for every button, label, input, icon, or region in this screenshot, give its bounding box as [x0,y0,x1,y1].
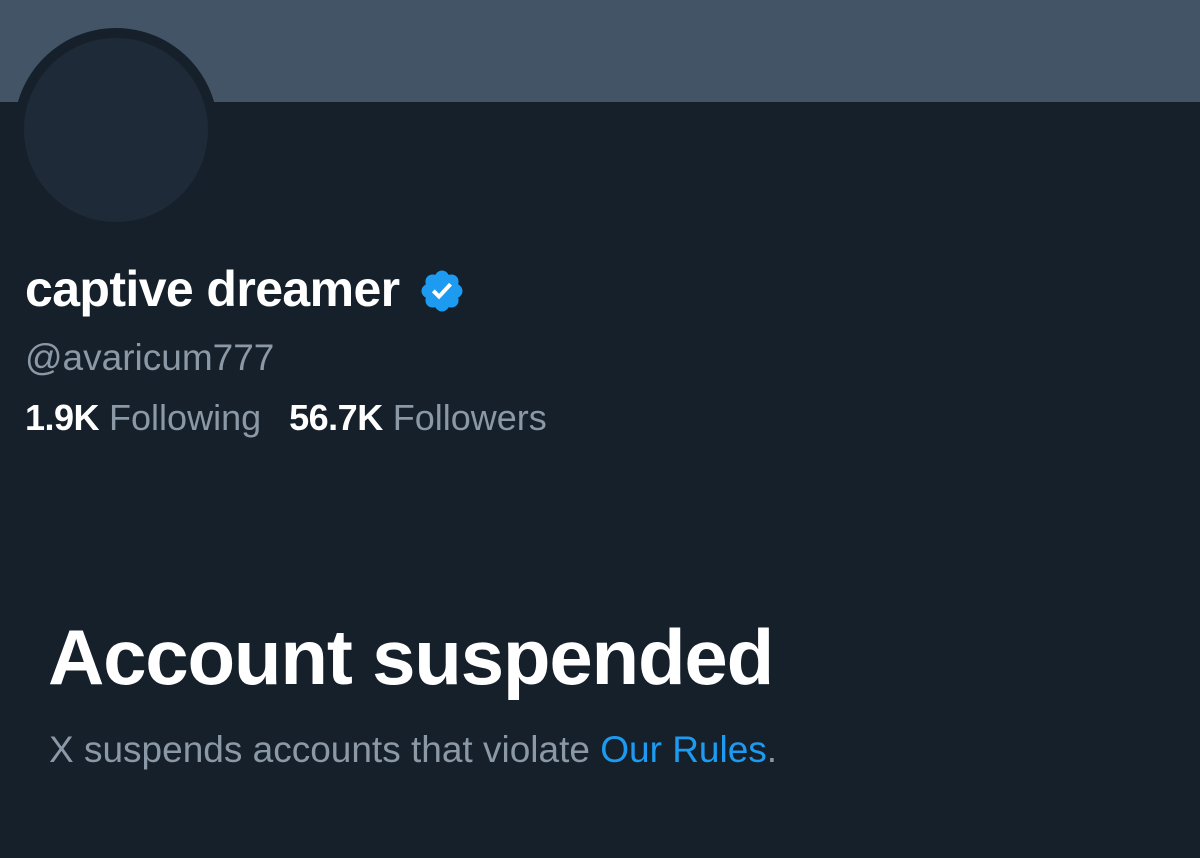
our-rules-link[interactable]: Our Rules [600,729,767,770]
followers-label: Followers [392,397,547,438]
avatar-frame [14,28,218,232]
followers-link[interactable]: 56.7K Followers [289,396,547,440]
profile-name-row: captive dreamer [25,258,466,320]
suspension-title: Account suspended [48,613,774,701]
profile-handle: @avaricum777 [25,337,275,378]
suspension-message-suffix: . [766,729,778,770]
following-count: 1.9K [25,397,100,438]
avatar [24,38,208,222]
display-name: captive dreamer [25,261,400,317]
following-label: Following [109,397,262,438]
suspension-message-prefix: X suspends accounts that violate [49,729,601,770]
profile-page: captive dreamer @avaricum777 1.9K Follow… [0,0,1200,858]
followers-count: 56.7K [289,397,383,438]
following-link[interactable]: 1.9K Following [25,396,261,440]
profile-stats: 1.9K Following 56.7K Followers [25,396,575,440]
suspension-message: X suspends accounts that violate Our Rul… [49,726,777,774]
verified-badge-icon[interactable] [418,267,466,315]
